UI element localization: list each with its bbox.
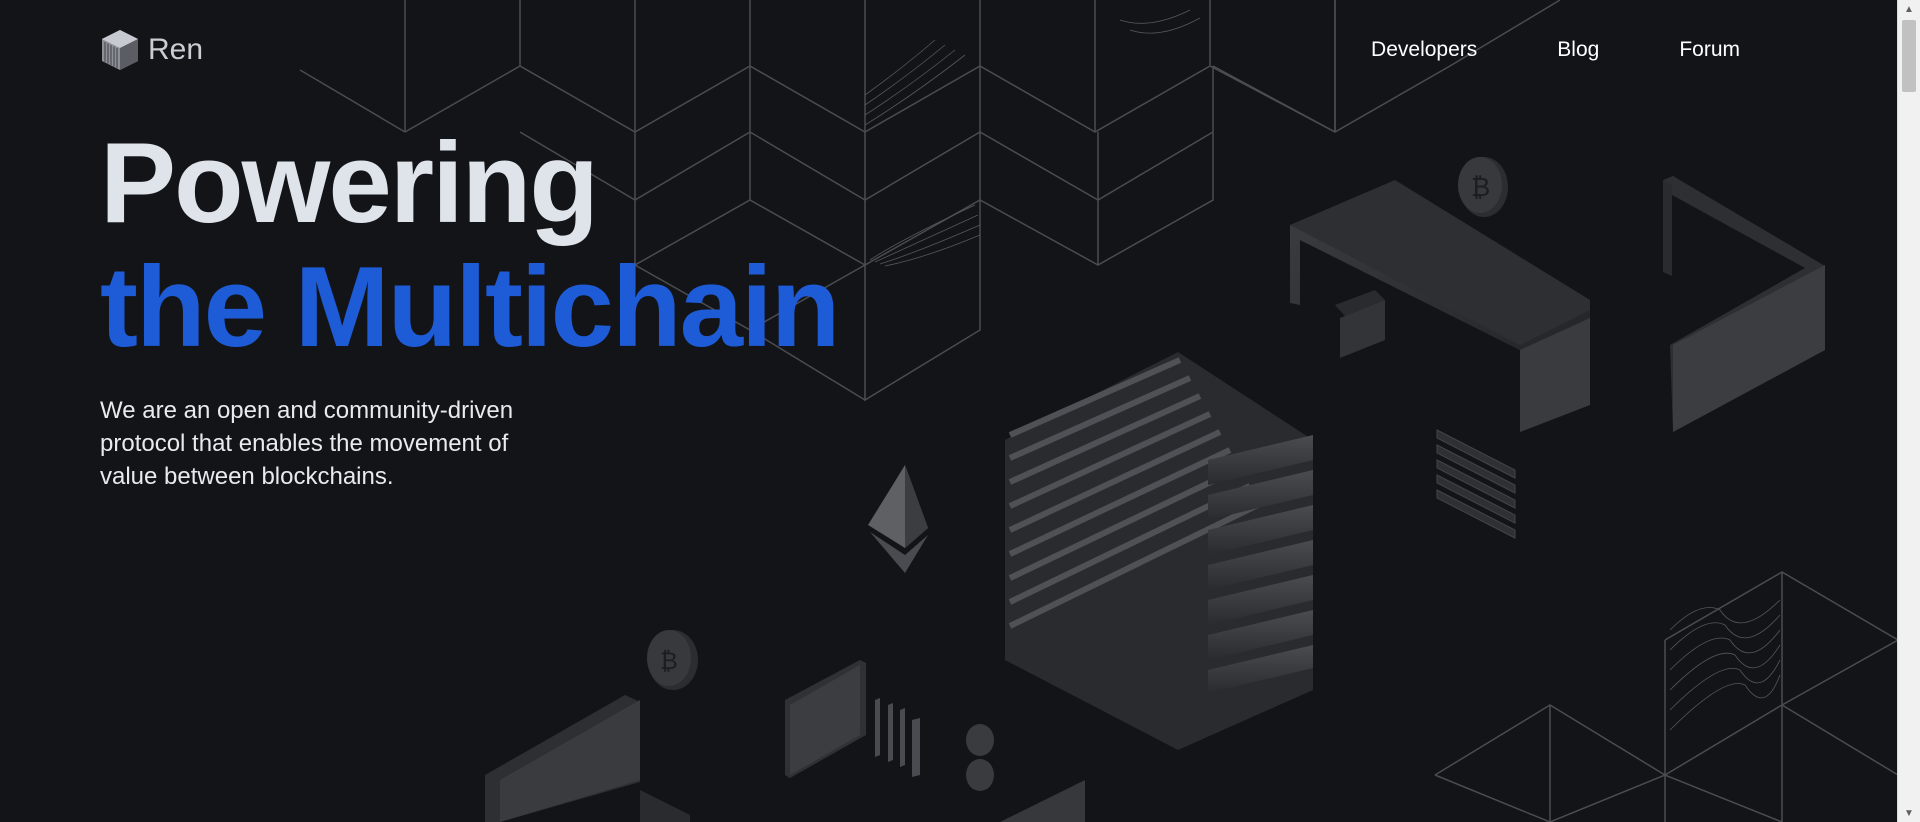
striped-cube xyxy=(1005,352,1313,750)
scroll-down-arrow-icon[interactable]: ▼ xyxy=(1898,804,1920,822)
page-scrollbar[interactable]: ▲ ▼ xyxy=(1897,0,1920,822)
site-header: Ren Developers Blog Forum xyxy=(0,0,1898,100)
hero-section: Powering the Multichain We are an open a… xyxy=(100,120,840,493)
logo-text: Ren xyxy=(148,33,204,66)
hero-title-line1: Powering xyxy=(100,120,599,247)
scroll-up-arrow-icon[interactable]: ▲ xyxy=(1898,0,1920,18)
hero-subtitle: We are an open and community-driven prot… xyxy=(100,397,514,490)
bitcoin-coin-icon: ₿ xyxy=(647,630,698,690)
logo-link[interactable]: Ren xyxy=(100,28,203,72)
nav-forum-link[interactable]: Forum xyxy=(1679,38,1740,62)
ren-cube-icon xyxy=(102,30,138,70)
stacked-bars xyxy=(1436,429,1516,539)
bottom-center-block xyxy=(785,660,1085,822)
page: ₿ ₿ Ren Developers Blog Forum Powering t… xyxy=(0,0,1920,822)
desk-block xyxy=(1290,180,1590,432)
svg-text:₿: ₿ xyxy=(1471,173,1490,203)
hero-headline: Powering the Multichain xyxy=(100,120,840,371)
nav-developers-link[interactable]: Developers xyxy=(1371,38,1477,62)
scroll-thumb[interactable] xyxy=(1902,20,1916,92)
coin-icon: ₿ xyxy=(1458,157,1508,217)
vertical-slab xyxy=(1663,176,1825,432)
svg-text:₿: ₿ xyxy=(660,647,678,675)
hero-title-line2: the Multichain xyxy=(100,244,840,371)
nav-blog-link[interactable]: Blog xyxy=(1557,38,1599,62)
ethereum-icon xyxy=(868,465,928,573)
wireframe-bottom-right xyxy=(1434,571,1898,822)
bottom-left-block xyxy=(485,695,690,822)
main-nav: Developers Blog Forum xyxy=(1371,38,1740,62)
